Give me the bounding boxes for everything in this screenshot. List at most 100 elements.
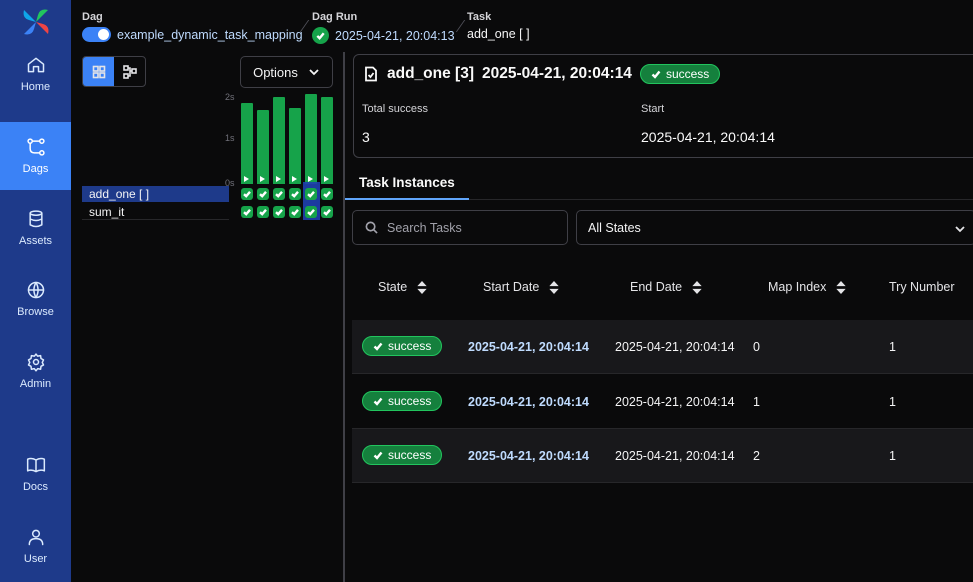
- table-row[interactable]: success 2025-04-21, 20:04:14 2025-04-21,…: [352, 429, 973, 483]
- check-icon: [291, 191, 299, 198]
- nav-assets[interactable]: Assets: [0, 194, 71, 262]
- sort-icon: [417, 280, 427, 294]
- graph-view-button[interactable]: [114, 57, 145, 86]
- run-duration-bar[interactable]: [241, 103, 253, 184]
- row-state: success: [388, 448, 432, 462]
- task-instance-cell[interactable]: [241, 188, 253, 200]
- check-icon: [373, 342, 383, 351]
- row-start-date-link[interactable]: 2025-04-21, 20:04:14: [468, 340, 589, 354]
- sort-icon: [692, 280, 702, 294]
- summary-task-name: add_one [3]: [387, 65, 474, 82]
- check-icon: [373, 397, 383, 406]
- run-duration-bar[interactable]: [273, 97, 285, 184]
- total-success-label: Total success: [362, 103, 429, 115]
- row-map-index: 1: [753, 395, 760, 409]
- task-instance-cell[interactable]: [273, 188, 285, 200]
- task-instance-cell[interactable]: [321, 206, 333, 218]
- check-icon: [323, 209, 331, 216]
- check-icon: [651, 70, 661, 79]
- search-input[interactable]: [387, 220, 557, 235]
- options-button[interactable]: Options: [240, 56, 333, 88]
- crumb-dag: Dag example_dynamic_task_mapping: [82, 11, 303, 42]
- run-duration-bar[interactable]: [321, 97, 333, 184]
- chevron-down-icon: [955, 226, 965, 233]
- task-instance-cell[interactable]: [305, 188, 317, 200]
- table-row[interactable]: success 2025-04-21, 20:04:14 2025-04-21,…: [352, 320, 973, 374]
- crumb-task: Task add_one [ ]: [467, 11, 530, 41]
- column-header-end-date-label: End Date: [630, 280, 683, 294]
- run-duration-bar[interactable]: [257, 110, 269, 184]
- nav-user[interactable]: User: [0, 512, 71, 580]
- row-map-index: 0: [753, 340, 760, 354]
- task-instance-cell[interactable]: [257, 188, 269, 200]
- summary-title: add_one [3] 2025-04-21, 20:04:14 success: [363, 64, 721, 84]
- task-detail: add_one [3] 2025-04-21, 20:04:14 success…: [345, 52, 973, 582]
- task-cells-sum-it: [241, 204, 337, 220]
- nav-admin[interactable]: Admin: [0, 337, 71, 405]
- row-state: success: [388, 339, 432, 353]
- column-header-start-date[interactable]: Start Date: [483, 280, 559, 294]
- row-state: success: [388, 394, 432, 408]
- task-cells-add-one: [241, 186, 337, 202]
- column-header-map-index-label: Map Index: [768, 280, 827, 294]
- success-check-icon: [312, 27, 329, 44]
- task-instance-cell[interactable]: [289, 188, 301, 200]
- table-row[interactable]: success 2025-04-21, 20:04:14 2025-04-21,…: [352, 375, 973, 429]
- task-row-add-one[interactable]: add_one [ ]: [82, 186, 229, 202]
- nav-browse[interactable]: Browse: [0, 265, 71, 333]
- play-icon: [324, 176, 329, 182]
- row-end-date: 2025-04-21, 20:04:14: [615, 340, 735, 354]
- column-header-try-number[interactable]: Try Number: [889, 280, 955, 294]
- sidebar: Home Dags Assets Browse Admin Docs User: [0, 0, 71, 582]
- column-header-end-date[interactable]: End Date: [630, 280, 702, 294]
- task-instance-cell[interactable]: [321, 188, 333, 200]
- row-start-date-link[interactable]: 2025-04-21, 20:04:14: [468, 449, 589, 463]
- dag-enabled-toggle[interactable]: [82, 27, 111, 42]
- check-icon: [307, 209, 315, 216]
- state-filter-select[interactable]: All States: [576, 210, 973, 245]
- grid-view-button[interactable]: [83, 57, 114, 86]
- task-row-sum-it[interactable]: sum_it: [82, 204, 229, 220]
- start-value: 2025-04-21, 20:04:14: [641, 129, 775, 145]
- crumb-dag-link[interactable]: example_dynamic_task_mapping: [117, 28, 303, 42]
- task-instance-cell[interactable]: [273, 206, 285, 218]
- task-instance-cell[interactable]: [305, 206, 317, 218]
- run-duration-bar[interactable]: [305, 94, 317, 184]
- column-header-try-number-label: Try Number: [889, 280, 955, 294]
- row-end-date: 2025-04-21, 20:04:14: [615, 395, 735, 409]
- check-icon: [275, 209, 283, 216]
- nav-docs[interactable]: Docs: [0, 440, 71, 508]
- user-icon: [28, 529, 43, 546]
- run-duration-bar[interactable]: [289, 108, 301, 184]
- play-icon: [276, 176, 281, 182]
- nav-dags[interactable]: Dags: [0, 122, 71, 190]
- nav-docs-label: Docs: [22, 481, 49, 493]
- crumb-dag-run-link[interactable]: 2025-04-21, 20:04:13: [335, 29, 455, 43]
- view-toggle: [82, 56, 146, 87]
- check-icon: [307, 191, 315, 198]
- task-instance-cell[interactable]: [289, 206, 301, 218]
- task-instance-cell[interactable]: [241, 206, 253, 218]
- column-header-state[interactable]: State: [378, 280, 427, 294]
- airflow-pinwheel-logo[interactable]: [20, 6, 52, 38]
- graph-icon: [122, 64, 137, 79]
- summary-date: 2025-04-21, 20:04:14: [481, 65, 632, 82]
- status-badge: success: [362, 391, 443, 411]
- row-start-date-link[interactable]: 2025-04-21, 20:04:14: [468, 395, 589, 409]
- column-header-start-date-label: Start Date: [483, 280, 540, 294]
- gear-icon: [27, 353, 44, 372]
- options-label: Options: [253, 64, 298, 80]
- check-icon: [323, 191, 331, 198]
- column-header-map-index[interactable]: Map Index: [768, 280, 847, 294]
- summary-card: add_one [3] 2025-04-21, 20:04:14 success…: [353, 54, 973, 158]
- run-duration-bars: [241, 92, 337, 184]
- nav-home[interactable]: Home: [0, 40, 71, 108]
- crumb-task-title: Task: [467, 11, 492, 23]
- tab-task-instances[interactable]: Task Instances: [345, 160, 469, 200]
- axis-label-2s: 2s: [225, 92, 235, 102]
- database-icon: [28, 210, 43, 228]
- row-map-index: 2: [753, 449, 760, 463]
- check-icon: [291, 209, 299, 216]
- check-icon: [259, 191, 267, 198]
- task-instance-cell[interactable]: [257, 206, 269, 218]
